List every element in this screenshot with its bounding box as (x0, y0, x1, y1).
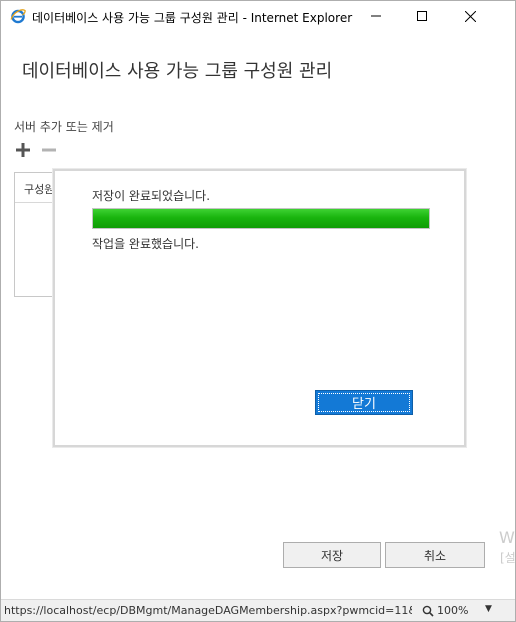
status-bar: https://localhost/ecp/DBMgmt/ManageDAGMe… (1, 599, 515, 621)
zoom-dropdown-icon[interactable]: ▼ (485, 604, 492, 614)
close-icon (464, 10, 476, 22)
background-partial-text: W (499, 528, 515, 547)
title-bar: 데이터베이스 사용 가능 그룹 구성원 관리 - Internet Explor… (1, 1, 515, 31)
internet-explorer-icon (10, 9, 26, 24)
zoom-icon (422, 605, 434, 617)
remove-icon[interactable] (41, 142, 57, 158)
servers-section-label: 서버 추가 또는 제거 (14, 120, 114, 134)
cancel-button[interactable]: 취소 (385, 542, 485, 568)
background-partial-bracket: [설 (500, 551, 516, 565)
maximize-button[interactable] (399, 1, 445, 31)
browser-window: 데이터베이스 사용 가능 그룹 구성원 관리 - Internet Explor… (0, 0, 516, 622)
dialog-message: 저장이 완료되었습니다. (92, 189, 211, 203)
member-column-header: 구성원 (24, 183, 55, 196)
status-url: https://localhost/ecp/DBMgmt/ManageDAGMe… (4, 604, 412, 617)
progress-dialog: 저장이 완료되었습니다. 작업을 완료했습니다. 닫기 (53, 169, 466, 447)
minimize-icon (371, 15, 381, 17)
add-icon[interactable] (15, 142, 31, 158)
zoom-level[interactable]: 100% (437, 604, 468, 617)
maximize-icon (417, 11, 427, 21)
progress-bar-fill (93, 209, 429, 228)
dialog-result: 작업을 완료했습니다. (92, 237, 199, 251)
close-window-button[interactable] (447, 1, 493, 31)
close-dialog-button[interactable]: 닫기 (315, 390, 413, 415)
minimize-button[interactable] (353, 1, 399, 31)
window-title: 데이터베이스 사용 가능 그룹 구성원 관리 - Internet Explor… (32, 11, 353, 25)
progress-bar (92, 208, 430, 229)
save-button[interactable]: 저장 (283, 542, 381, 568)
page-title: 데이터베이스 사용 가능 그룹 구성원 관리 (22, 61, 333, 82)
